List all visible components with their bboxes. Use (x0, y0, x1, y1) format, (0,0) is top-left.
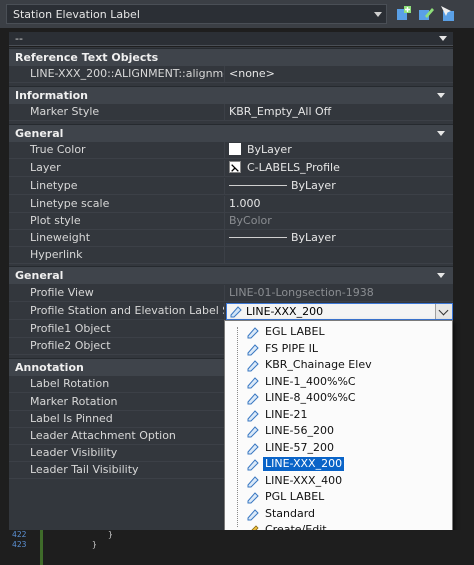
label-style-icon (245, 342, 261, 356)
label-style-icon (245, 441, 261, 455)
row-layer[interactable]: Layer C-LABELS_Profile (9, 160, 453, 177)
label-style-icon (245, 507, 261, 521)
edit-style-icon[interactable] (416, 4, 436, 24)
dropdown-item-label: LINE-1_400%%C (265, 374, 356, 388)
section-information[interactable]: Information (9, 86, 453, 104)
color-swatch (229, 143, 241, 155)
filter-value: -- (15, 32, 23, 45)
dropdown-item[interactable]: Standard (233, 506, 450, 522)
label-style-icon (245, 375, 261, 389)
combobox-value: LINE-XXX_200 (246, 305, 324, 318)
code-editor-strip: 422 423 } } (0, 530, 474, 565)
dropdown-item-label: LINE-56_200 (265, 424, 335, 437)
label-style-icon (245, 325, 261, 339)
row-reference-alignment[interactable]: LINE-XXX_200::ALIGNMENT::alignment <none… (9, 66, 453, 83)
dropdown-item[interactable]: EGL LABEL (233, 324, 450, 340)
label-style-name: Station Elevation Label (13, 8, 140, 21)
label-style-icon (245, 424, 261, 438)
label-style-icon (245, 391, 261, 405)
dropdown-item[interactable]: KBR_Chainage Elev (233, 357, 450, 373)
dropdown-item[interactable]: FS PIPE IL (233, 341, 450, 357)
dropdown-item-label: LINE-21 (265, 407, 308, 421)
dropdown-item-label: FS PIPE IL (265, 341, 318, 355)
dropdown-item-label: LINE-XXX_200 (261, 456, 346, 472)
row-profile-view[interactable]: Profile View LINE-01-Longsection-1938 (9, 285, 453, 302)
dropdown-item-label: KBR_Chainage Elev (265, 358, 372, 371)
label-style-icon (245, 358, 261, 372)
dropdown-item-label: LINE-57_200 (265, 440, 335, 454)
dropdown-item[interactable]: LINE-56_200 (233, 423, 450, 439)
right-strip (454, 47, 474, 530)
label-style-icon (230, 306, 242, 318)
dropdown-item[interactable]: LINE-XXX_200 (233, 456, 450, 472)
chevron-down-icon[interactable] (439, 36, 447, 41)
label-style-dropdown-list[interactable]: EGL LABEL FS PIPE IL KBR_Chainage Elev LINE… (224, 320, 453, 538)
gutter-marker (40, 530, 43, 565)
dropdown-item-label: Standard (265, 506, 316, 520)
row-linetype[interactable]: Linetype ByLayer (9, 178, 453, 195)
collapse-icon[interactable] (437, 273, 445, 278)
row-marker-style[interactable]: Marker Style KBR_Empty_All Off (9, 104, 453, 121)
label-style-icon (245, 474, 261, 488)
dropdown-item-label: PGL LABEL (265, 490, 325, 503)
row-plot-style[interactable]: Plot style ByColor (9, 213, 453, 230)
dropdown-item[interactable]: LINE-1_400%%C (233, 374, 450, 390)
collapse-icon[interactable] (437, 131, 445, 136)
lineweight-sample (229, 237, 287, 238)
section-general-2[interactable]: General (9, 266, 453, 284)
chevron-down-icon[interactable] (374, 12, 382, 17)
dropdown-item[interactable]: LINE-21 (233, 407, 450, 423)
dropdown-item-label: LINE-XXX_400 (265, 473, 343, 487)
dropdown-item[interactable]: LINE-XXX_400 (233, 473, 450, 489)
section-general[interactable]: General (9, 124, 453, 142)
dropdown-item[interactable]: LINE-8_400%%C (233, 390, 450, 406)
selection-filter[interactable]: -- (9, 32, 453, 46)
row-lineweight[interactable]: Lineweight ByLayer (9, 230, 453, 247)
dropdown-item-label: LINE-8_400%%C (265, 391, 356, 404)
pick-style-icon[interactable] (438, 4, 458, 24)
dropdown-item-label: EGL LABEL (265, 325, 325, 338)
style-header-bar: Station Elevation Label (0, 0, 474, 28)
row-true-color[interactable]: True Color ByLayer (9, 142, 453, 159)
dropdown-item[interactable]: LINE-57_200 (233, 440, 450, 456)
label-style-icon (245, 408, 261, 422)
dropdown-item[interactable]: PGL LABEL (233, 489, 450, 505)
row-linetype-scale[interactable]: Linetype scale 1.000 (9, 196, 453, 213)
create-style-icon[interactable] (394, 4, 414, 24)
chevron-down-icon[interactable] (435, 304, 452, 319)
layer-icon (229, 161, 241, 173)
row-hyperlink[interactable]: Hyperlink (9, 247, 453, 264)
collapse-icon[interactable] (437, 93, 445, 98)
linetype-sample (229, 185, 287, 186)
label-style-combobox[interactable]: LINE-XXX_200 (226, 303, 453, 320)
label-style-selector[interactable]: Station Elevation Label (6, 4, 387, 24)
label-style-icon (245, 457, 261, 471)
section-reference-text-objects[interactable]: Reference Text Objects (9, 48, 453, 66)
label-style-icon (245, 490, 261, 504)
